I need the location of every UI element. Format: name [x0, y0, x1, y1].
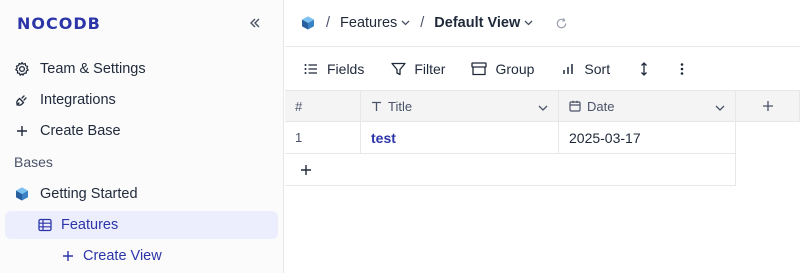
view-toolbar: Fields Filter Group Sort: [285, 47, 800, 91]
add-column-button[interactable]: [736, 91, 800, 121]
row-height-button[interactable]: [636, 61, 652, 77]
table-row[interactable]: 1 test 2025-03-17: [285, 122, 736, 154]
sidebar-item-team-settings[interactable]: Team & Settings: [14, 56, 146, 82]
row-index: 1: [295, 130, 303, 145]
sort-button[interactable]: Sort: [560, 61, 610, 77]
nocodb-logo[interactable]: NOCODB: [17, 14, 101, 33]
plug-icon: [14, 92, 30, 108]
row-height-icon: [636, 61, 652, 77]
add-row-button[interactable]: [285, 154, 736, 186]
breadcrumb: / Features / Default View: [285, 0, 800, 47]
column-header-date[interactable]: Date: [559, 91, 736, 121]
more-options-button[interactable]: [674, 61, 690, 77]
sidebar-item-label: Team & Settings: [40, 61, 146, 77]
sort-label: Sort: [584, 60, 611, 77]
more-vertical-icon: [674, 61, 690, 77]
plus-icon: [300, 164, 312, 176]
list-icon: [303, 61, 319, 77]
column-header-title[interactable]: Title: [361, 91, 559, 121]
filter-button[interactable]: Filter: [390, 61, 445, 77]
calendar-icon: [569, 100, 581, 112]
chevron-down-icon[interactable]: [715, 100, 725, 115]
chevrons-left-icon[interactable]: [245, 13, 265, 33]
sidebar-item-label: Create Base: [40, 123, 121, 139]
sidebar-base-label: Getting Started: [40, 186, 138, 202]
plus-icon: [762, 100, 774, 112]
breadcrumb-view[interactable]: Default View: [434, 15, 533, 31]
cube-icon: [300, 15, 316, 31]
breadcrumb-table-label: Features: [340, 15, 398, 31]
chevron-down-icon: [401, 18, 410, 29]
bases-section-label: Bases: [14, 154, 53, 170]
fields-button[interactable]: Fields: [303, 61, 364, 77]
column-header-label: Title: [388, 98, 413, 114]
date-cell[interactable]: 2025-03-17: [559, 122, 736, 153]
group-icon: [471, 61, 488, 77]
gear-icon: [14, 61, 30, 77]
create-view-label: Create View: [83, 248, 162, 264]
group-label: Group: [495, 60, 535, 77]
grid-header-row: # Title Date: [285, 91, 800, 122]
title-cell[interactable]: test: [361, 122, 559, 153]
chevron-down-icon[interactable]: [538, 100, 548, 115]
sidebar-item-integrations[interactable]: Integrations: [14, 87, 116, 113]
sidebar-item-label: Integrations: [40, 92, 116, 108]
fields-label: Fields: [327, 60, 365, 77]
breadcrumb-separator: /: [326, 15, 331, 31]
column-header-label: Date: [587, 98, 615, 114]
column-header-index: #: [285, 91, 361, 121]
data-grid: # Title Date 1 test 2025-03-17: [285, 91, 800, 186]
sidebar: NOCODB Team & Settings Integrations Crea…: [0, 0, 284, 273]
chevron-down-icon: [524, 18, 533, 29]
text-icon: [371, 101, 382, 112]
refresh-icon[interactable]: [555, 17, 568, 30]
breadcrumb-view-label: Default View: [434, 15, 521, 31]
filter-icon: [390, 61, 406, 77]
filter-label: Filter: [414, 60, 446, 77]
sidebar-base-getting-started[interactable]: Getting Started: [14, 181, 138, 207]
date-value: 2025-03-17: [569, 129, 641, 146]
group-button[interactable]: Group: [471, 61, 534, 77]
create-view-button[interactable]: Create View: [62, 244, 162, 268]
logo-row: NOCODB: [0, 0, 283, 46]
plus-icon: [62, 250, 74, 262]
plus-icon: [14, 123, 30, 139]
sidebar-table-label: Features: [61, 217, 119, 233]
row-index-cell: 1: [285, 122, 361, 153]
cube-icon: [14, 186, 30, 202]
grid-icon: [38, 218, 52, 232]
breadcrumb-table[interactable]: Features: [340, 15, 410, 31]
title-value: test: [371, 129, 396, 146]
sidebar-table-features[interactable]: Features: [5, 211, 278, 239]
sidebar-item-create-base[interactable]: Create Base: [14, 118, 121, 144]
breadcrumb-separator: /: [420, 15, 425, 31]
column-header-label: #: [295, 98, 303, 114]
bar-chart-icon: [560, 61, 576, 77]
